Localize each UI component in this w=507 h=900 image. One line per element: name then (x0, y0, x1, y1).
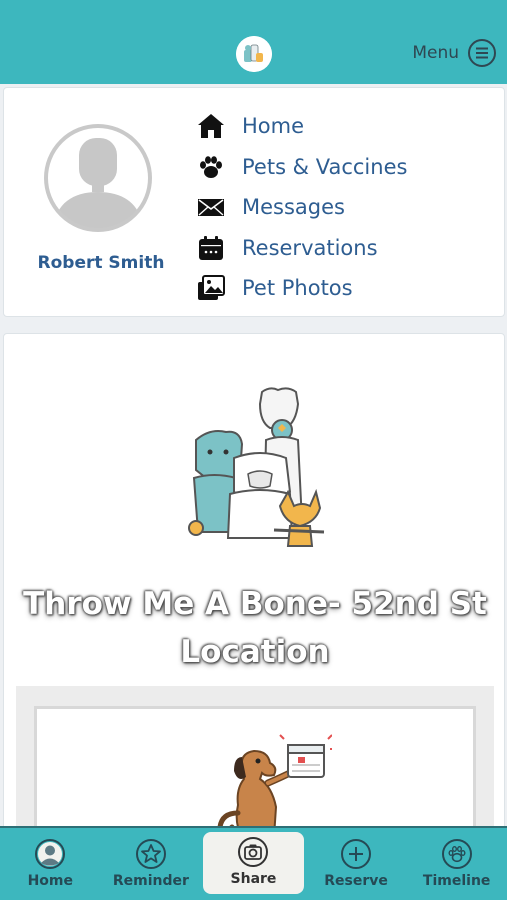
nav-item-pets-vaccines[interactable]: Pets & Vaccines (196, 147, 407, 188)
menu-label: Menu (412, 43, 459, 63)
nav-item-label: Messages (242, 195, 345, 220)
bottom-nav-home[interactable]: Home (0, 828, 101, 900)
nav-item-pet-photos[interactable]: Pet Photos (196, 268, 407, 309)
bottom-nav-reminder[interactable]: Reminder (101, 828, 202, 900)
dogs-illustration (188, 387, 325, 547)
nav-item-home[interactable]: Home (196, 106, 407, 147)
location-title: Throw Me A Bone- 52nd St Location (23, 586, 487, 670)
nav-item-label: Pets & Vaccines (242, 154, 408, 179)
avatar[interactable] (42, 122, 154, 234)
plus-icon (341, 839, 372, 869)
nav-item-label: Pet Photos (242, 276, 353, 301)
envelope-icon (196, 192, 226, 222)
nav-item-messages[interactable]: Messages (196, 187, 407, 228)
bottom-nav-reserve[interactable]: Reserve (306, 828, 407, 900)
calendar-icon (196, 233, 226, 263)
bottom-nav-timeline[interactable]: Timeline (406, 828, 507, 900)
dog-calendar-illustration (217, 734, 332, 837)
home-icon (196, 111, 226, 141)
bottom-nav-label: Reserve (324, 873, 388, 889)
profile-icon (35, 839, 66, 869)
bottom-nav-label: Home (27, 873, 73, 889)
paw-icon (441, 839, 472, 869)
paw-icon (196, 152, 226, 182)
star-icon (135, 839, 166, 869)
bottom-nav-label: Reminder (112, 873, 189, 889)
bottom-nav-label: Timeline (422, 873, 491, 889)
profile-nav: Home Pets & Vaccines Messages Reservatio… (196, 106, 407, 309)
camera-icon (238, 837, 269, 867)
user-name: Robert Smith (37, 253, 165, 273)
app-logo[interactable] (236, 36, 272, 72)
bottom-nav-label: Share (230, 871, 277, 887)
location-card: Throw Me A Bone- 52nd St Location (3, 333, 505, 853)
top-bar: Menu (0, 0, 507, 84)
menu-button[interactable]: Menu (412, 36, 497, 70)
bottom-nav-share[interactable]: Share (203, 832, 304, 894)
hamburger-menu-icon (468, 39, 496, 67)
nav-item-label: Home (242, 114, 305, 139)
nav-item-label: Reservations (242, 235, 378, 260)
photos-icon (196, 273, 226, 303)
nav-item-reservations[interactable]: Reservations (196, 228, 407, 269)
profile-card: Robert Smith Home Pets & Vaccines Messag… (3, 87, 505, 317)
bottom-nav: Home Reminder Share Reserve Timeline (0, 826, 507, 900)
